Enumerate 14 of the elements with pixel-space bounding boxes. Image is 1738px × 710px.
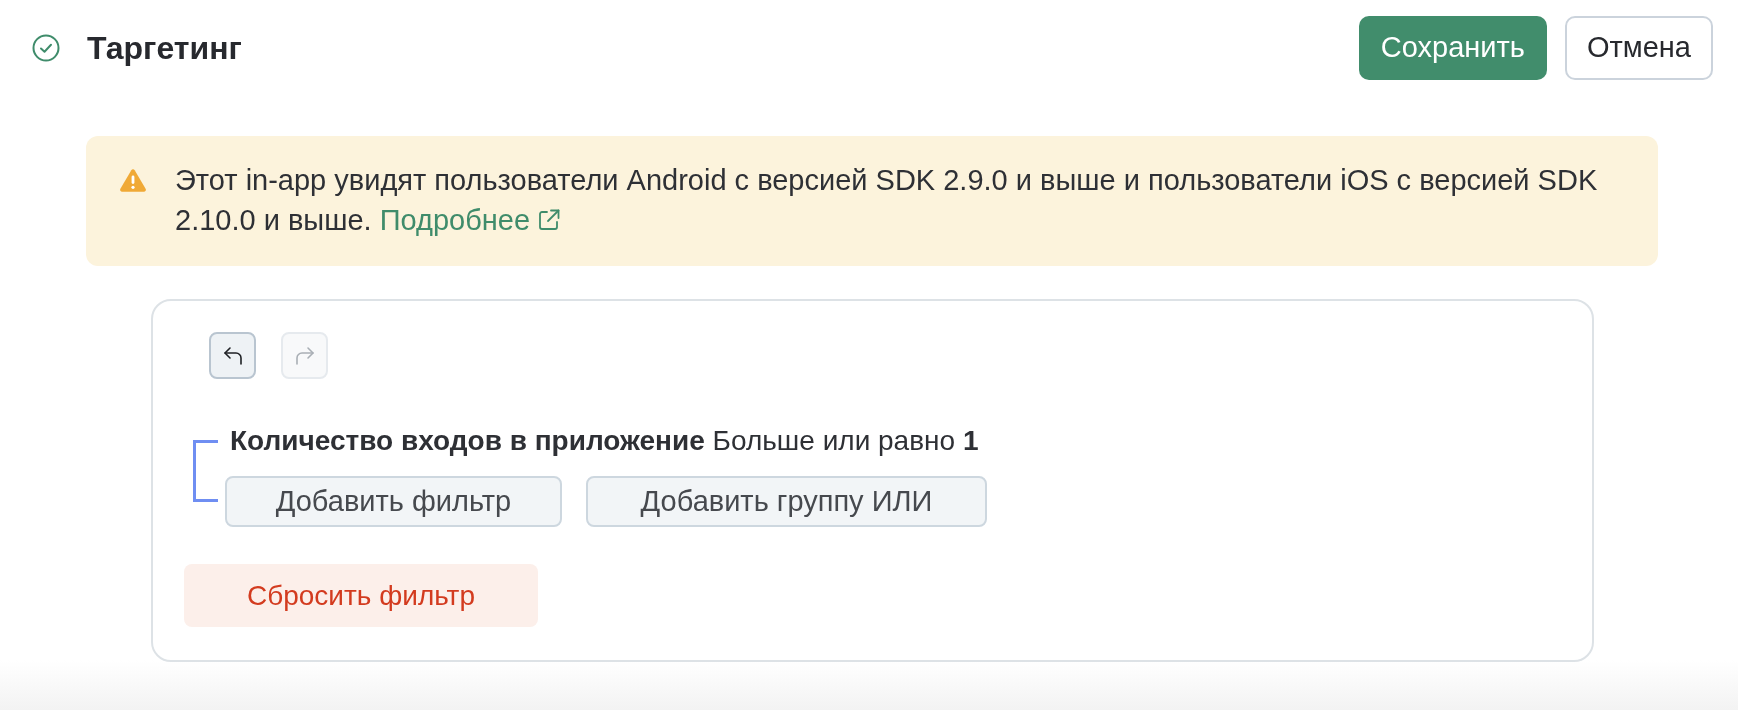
section-title: Таргетинг [87, 29, 242, 68]
warning-icon [120, 169, 146, 192]
external-link-icon [538, 209, 561, 231]
warning-message: Этот in-app увидят пользователи Android с версией SDK 2.9.0 и выше и пользователи iOS с версией SDK 2.10.0 и выше. Подробнее [175, 160, 1635, 240]
save-button[interactable]: Сохранить [1358, 16, 1547, 80]
check-circle-icon [32, 34, 60, 62]
group-bracket [193, 440, 218, 502]
add-or-group-button[interactable]: Добавить группу ИЛИ [586, 476, 987, 527]
more-info-link[interactable]: Подробнее [379, 200, 561, 240]
undo-button[interactable] [209, 332, 256, 379]
reset-filter-button[interactable]: Сбросить фильтр [184, 564, 538, 627]
filter-condition: Количество входов в приложение Больше или равно 1 [230, 426, 980, 456]
add-filter-button[interactable]: Добавить фильтр [225, 476, 562, 527]
cancel-button[interactable]: Отмена [1564, 16, 1713, 80]
